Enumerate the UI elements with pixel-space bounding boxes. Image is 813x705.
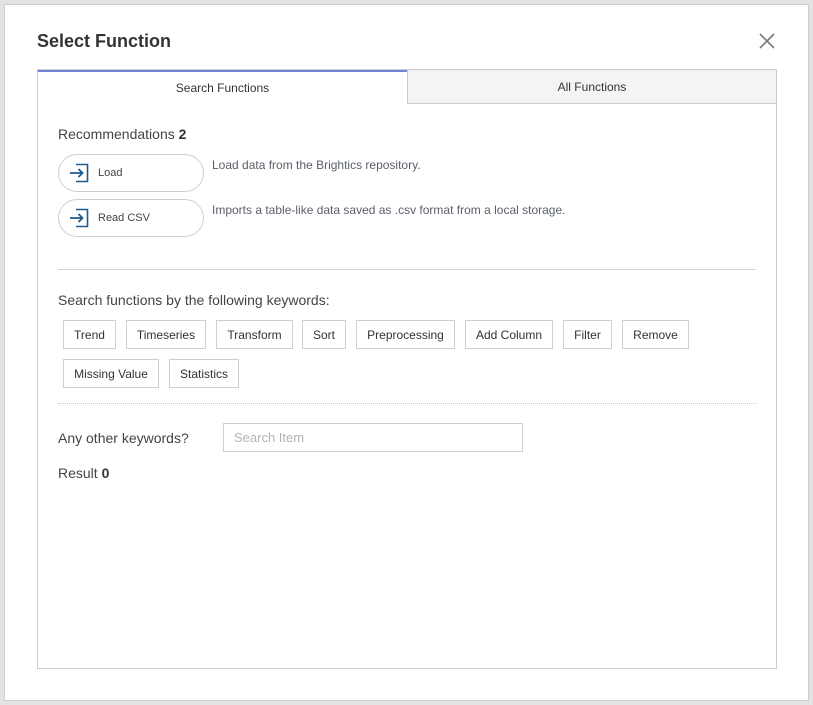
other-keywords-label: Any other keywords? [58, 430, 189, 446]
keyword-button-timeseries[interactable]: Timeseries [126, 320, 206, 349]
read-csv-function-button[interactable]: Read CSV [58, 199, 204, 237]
tab-search-functions[interactable]: Search Functions [38, 70, 407, 104]
keywords-divider [58, 403, 756, 404]
recommendations-label: Recommendations [58, 126, 175, 142]
arrow-into-box-icon [69, 163, 89, 183]
keywords-heading: Search functions by the following keywor… [58, 292, 330, 308]
read-csv-function-description: Imports a table-like data saved as .csv … [212, 203, 566, 217]
tab-all-functions[interactable]: All Functions [407, 70, 776, 104]
read-csv-function-label: Read CSV [98, 212, 150, 224]
keyword-button-remove[interactable]: Remove [622, 320, 689, 349]
load-function-button[interactable]: Load [58, 154, 204, 192]
keyword-button-preprocessing[interactable]: Preprocessing [356, 320, 455, 349]
recommendations-heading: Recommendations 2 [58, 126, 186, 142]
select-function-dialog: Select Function Search Functions All Fun… [4, 4, 809, 701]
keyword-button-missing-value[interactable]: Missing Value [63, 359, 159, 388]
section-divider [58, 269, 756, 270]
load-function-description: Load data from the Brightics repository. [212, 158, 421, 172]
load-function-label: Load [98, 167, 123, 179]
keyword-button-statistics[interactable]: Statistics [169, 359, 239, 388]
keyword-button-filter[interactable]: Filter [563, 320, 612, 349]
arrow-into-box-icon [69, 208, 89, 228]
recommendations-count: 2 [178, 126, 187, 142]
tab-bar: Search Functions All Functions [38, 70, 776, 104]
search-input[interactable] [223, 423, 523, 452]
result-label: Result [58, 465, 98, 481]
function-panel: Search Functions All Functions Recommend… [37, 69, 777, 669]
keyword-button-trend[interactable]: Trend [63, 320, 116, 349]
close-icon [759, 33, 775, 49]
close-button[interactable] [757, 31, 777, 51]
dialog-title: Select Function [37, 31, 172, 51]
keyword-button-sort[interactable]: Sort [302, 320, 346, 349]
result-count: 0 [101, 465, 110, 481]
keyword-button-transform[interactable]: Transform [216, 320, 293, 349]
keyword-button-add-column[interactable]: Add Column [465, 320, 553, 349]
result-heading: Result 0 [58, 465, 109, 481]
